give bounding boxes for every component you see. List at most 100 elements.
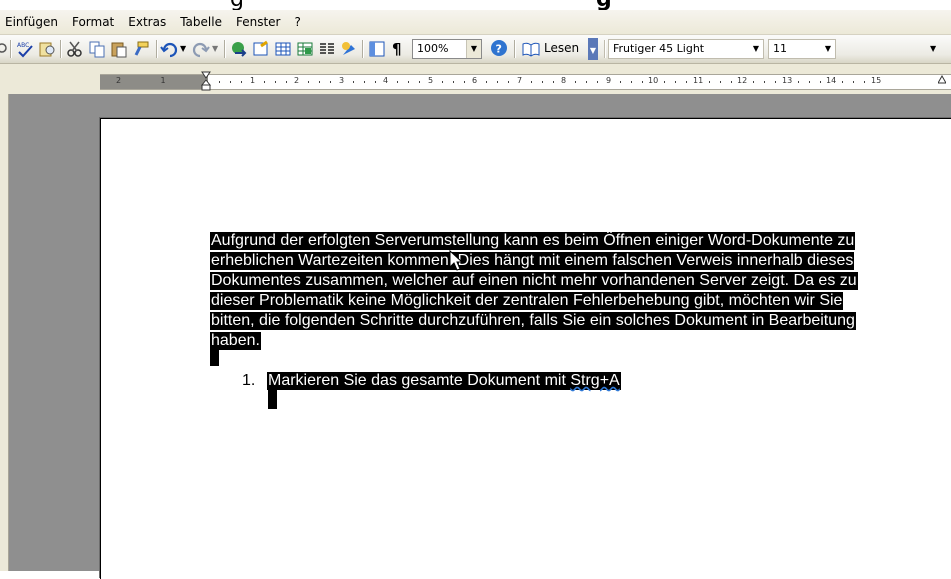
ruler-tick [764, 81, 765, 83]
ruler-number: 1 [160, 76, 166, 85]
ruler-tick [375, 81, 376, 83]
ruler-tick [586, 81, 587, 83]
chevron-down-icon[interactable]: ▼ [821, 40, 835, 58]
ruler-tick [497, 81, 498, 83]
ruler-tick [353, 81, 354, 83]
cut-icon[interactable] [66, 40, 84, 58]
shortcut-text: Strg+A [570, 372, 620, 389]
columns-icon[interactable] [318, 40, 336, 58]
document-map-icon[interactable] [368, 40, 386, 58]
ruler-tick [709, 81, 710, 83]
ruler-tick [419, 81, 420, 83]
read-icon[interactable] [522, 40, 540, 58]
undo-icon[interactable] [160, 40, 178, 58]
menu-help[interactable]: ? [287, 11, 307, 33]
ruler-number: 14 [826, 76, 837, 85]
list-item[interactable]: Markieren Sie das gesamte Dokument mit S… [267, 372, 621, 390]
menu-einfuegen[interactable]: Einfügen [0, 11, 65, 33]
paragraph-mark [268, 390, 277, 409]
ruler-tick [330, 81, 331, 83]
ruler-number: 5 [428, 76, 434, 85]
research-icon[interactable] [38, 40, 56, 58]
magnifier-icon[interactable] [0, 40, 8, 58]
read-button[interactable]: Lesen [544, 41, 579, 55]
document-line[interactable]: dieser Problematik keine Möglichkeit der… [210, 292, 844, 310]
ruler-tick [798, 81, 799, 83]
toolbar-separator [60, 40, 61, 58]
toolbar-grip [604, 40, 605, 58]
ruler-tick [631, 81, 632, 83]
ruler-tick [508, 81, 509, 83]
ruler-number: 7 [517, 76, 523, 85]
hyperlink-icon[interactable] [230, 40, 248, 58]
title-fragment-strip: g g [0, 0, 951, 10]
ruler-number: 3 [339, 76, 345, 85]
document-line[interactable]: Aufgrund der erfolgten Serverumstellung … [210, 232, 856, 250]
toolbar-separator [224, 40, 225, 58]
ruler-tick [464, 81, 465, 83]
menu-tabelle[interactable]: Tabelle [173, 11, 229, 33]
toolbar-separator [10, 40, 11, 58]
ruler-tick [397, 81, 398, 83]
menu-format[interactable]: Format [65, 11, 121, 33]
show-formatting-icon[interactable]: ¶ [392, 40, 410, 58]
undo-dropdown-icon[interactable]: ▼ [180, 40, 188, 58]
ruler-tick [575, 81, 576, 83]
insert-excel-icon[interactable] [296, 40, 314, 58]
ruler-tick [809, 81, 810, 83]
menu-fenster[interactable]: Fenster [229, 11, 288, 33]
help-icon[interactable]: ? [490, 39, 508, 57]
ruler-tick [620, 81, 621, 83]
document-line[interactable]: bitten, die folgenden Schritte durchzufü… [210, 312, 856, 330]
toolbar-options-icon[interactable]: ▼ [588, 38, 598, 60]
list-number: 1. [242, 372, 256, 389]
ruler-tick [597, 81, 598, 83]
chevron-down-icon[interactable]: ▼ [930, 40, 942, 58]
tables-borders-icon[interactable] [252, 40, 270, 58]
ruler-tick [319, 81, 320, 83]
ruler-tick [308, 81, 309, 83]
paste-icon[interactable] [110, 40, 128, 58]
redo-dropdown-icon[interactable]: ▼ [212, 40, 220, 58]
format-painter-icon[interactable] [132, 40, 150, 58]
horizontal-ruler[interactable]: 2 1 1 2 3 4 5 6 7 8 9 10 11 12 13 14 15 [100, 74, 951, 90]
list-item-text: Markieren Sie das gesamte Dokument mit [268, 372, 571, 389]
font-size-combo[interactable]: 11 ▼ [768, 39, 836, 59]
copy-icon[interactable] [88, 40, 106, 58]
spellcheck-icon[interactable]: ABC [16, 40, 34, 58]
ruler-bar: 2 1 1 2 3 4 5 6 7 8 9 10 11 12 13 14 15 [0, 64, 951, 94]
zoom-value: 100% [417, 42, 449, 55]
ruler-tick [720, 81, 721, 83]
menu-extras[interactable]: Extras [121, 11, 173, 33]
insert-table-icon[interactable] [274, 40, 292, 58]
ruler-number: 6 [472, 76, 478, 85]
chevron-down-icon[interactable]: ▼ [466, 40, 481, 58]
ruler-number: 15 [871, 76, 882, 85]
ruler-number: 4 [383, 76, 389, 85]
ruler-tick [219, 81, 220, 83]
ruler-number: 8 [561, 76, 567, 85]
font-size-value: 11 [773, 42, 787, 55]
paragraph-mark [210, 346, 219, 366]
right-indent-marker-icon[interactable] [938, 74, 946, 84]
redo-icon[interactable] [192, 40, 210, 58]
standard-toolbar: ABC ▼ ▼ ¶ 100% ▼ ? Lesen ▼ Frutiger 45 L… [0, 35, 951, 64]
document-line[interactable]: erheblichen Wartezeiten kommen. Dies hän… [210, 252, 855, 270]
indent-marker-icon[interactable] [201, 70, 211, 92]
ruler-tick [286, 81, 287, 83]
ruler-tick [442, 81, 443, 83]
font-combo[interactable]: Frutiger 45 Light ▼ [608, 39, 764, 59]
toolbar-separator [156, 40, 157, 58]
svg-text:?: ? [496, 43, 502, 56]
ruler-tick [542, 81, 543, 83]
document-line[interactable]: Dokumentes zusammen, welcher auf einen n… [210, 272, 858, 290]
ruler-number: 2 [116, 76, 122, 85]
ruler-tick [675, 81, 676, 83]
ruler-tick [842, 81, 843, 83]
ruler-tick [241, 81, 242, 83]
zoom-combo[interactable]: 100% ▼ [412, 39, 482, 59]
chevron-down-icon[interactable]: ▼ [749, 40, 763, 58]
ruler-tick [820, 81, 821, 83]
svg-text:ABC: ABC [17, 42, 29, 49]
drawing-icon[interactable] [340, 40, 358, 58]
